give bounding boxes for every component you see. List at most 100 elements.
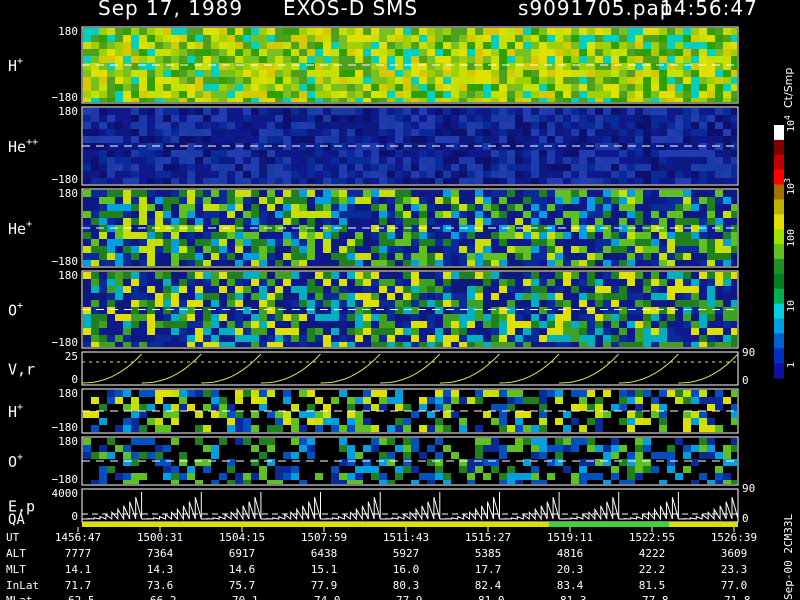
panel-label-2: He++ (8, 137, 38, 156)
cell-mlt: 14.1 (65, 563, 92, 576)
cell-alt: 4222 (639, 547, 666, 560)
colorbar-swatch (774, 318, 784, 334)
colorbar-swatch (774, 139, 784, 156)
colorbar-swatch (774, 363, 784, 379)
row-label-mlt: MLT (6, 563, 26, 576)
cell-alt: 7777 (65, 547, 92, 560)
cell-ut: 1456:47 (55, 531, 101, 544)
cell-alt: 3609 (721, 547, 748, 560)
cell-mlat: −70.1 (225, 594, 258, 600)
cell-inlat: 82.4 (475, 579, 502, 592)
colorbar-tick: 10 (786, 300, 797, 312)
cell-mlat: −77.9 (389, 594, 422, 600)
cell-inlat: 81.5 (639, 579, 666, 592)
cell-alt: 5385 (475, 547, 502, 560)
cell-inlat: 77.0 (721, 579, 748, 592)
colorbar-tick: 103 (783, 178, 797, 195)
cell-ut: 1522:55 (629, 531, 675, 544)
cell-mlat: −77.8 (635, 594, 668, 600)
cell-mlt: 20.3 (557, 563, 584, 576)
cell-ut: 1504:15 (219, 531, 265, 544)
qa-label: QA (8, 512, 25, 528)
cell-mlat: −66.2 (143, 594, 176, 600)
cell-ut: 1519:11 (547, 531, 593, 544)
cell-alt: 7364 (147, 547, 174, 560)
panel-ytop-8: 4000 (52, 487, 79, 500)
footer-right: Sep-00 2CM33L (782, 514, 795, 600)
cell-ut: 1515:27 (465, 531, 511, 544)
cell-mlt: 17.7 (475, 563, 502, 576)
row-label-ut: UT (6, 531, 20, 544)
colorbar-tick: 104 (783, 115, 797, 132)
colorbar-swatch (774, 303, 784, 319)
cell-ut: 1507:59 (301, 531, 347, 544)
panel-ytop-7: 180 (58, 435, 78, 448)
panel-ybottom-6: −180 (52, 421, 79, 434)
cell-mlt: 23.3 (721, 563, 748, 576)
colorbar-swatch (774, 258, 784, 275)
cell-ut: 1500:31 (137, 531, 183, 544)
panel-ytop-3: 180 (58, 187, 78, 200)
cell-alt: 6438 (311, 547, 338, 560)
colorbar-tick: 1 (786, 362, 797, 368)
colorbar-swatch (774, 229, 784, 245)
cell-inlat: 83.4 (557, 579, 584, 592)
panel-ytop-4: 180 (58, 269, 78, 282)
panel-ybottom-2: −180 (52, 173, 79, 186)
colorbar-swatch (774, 199, 784, 215)
cell-mlt: 14.6 (229, 563, 256, 576)
row-label-mlat: MLat (6, 594, 33, 600)
panel-ybottom-5: 0 (71, 373, 78, 386)
cell-inlat: 73.6 (147, 579, 174, 592)
ep-right-top: 90 (742, 482, 755, 495)
cell-ut: 1526:39 (711, 531, 757, 544)
panel-label-6: H+ (8, 402, 23, 421)
panel-label-1: H+ (8, 56, 23, 75)
panel-ybottom-4: −180 (52, 336, 79, 349)
cell-alt: 6917 (229, 547, 256, 560)
panel-label-4: O+ (8, 301, 23, 320)
colorbar-swatch (774, 154, 784, 171)
row-label-inlat: InLat (6, 579, 39, 592)
cell-ut: 1511:43 (383, 531, 429, 544)
panel-ytop-1: 180 (58, 25, 78, 38)
colorbar-swatch (774, 244, 784, 260)
cell-mlt: 14.3 (147, 563, 174, 576)
panel-ybottom-3: −180 (52, 255, 79, 268)
cell-mlat: −81.0 (471, 594, 504, 600)
cell-mlat: −81.3 (553, 594, 586, 600)
colorbar-unit: Ct/Smp (782, 67, 795, 108)
vr-right-top: 90 (742, 346, 755, 359)
cell-alt: 4816 (557, 547, 584, 560)
cell-inlat: 71.7 (65, 579, 92, 592)
cell-mlat: −74.0 (307, 594, 340, 600)
colorbar-swatch (774, 125, 784, 141)
cell-mlat: −62.5 (61, 594, 94, 600)
colorbar-swatch (774, 333, 784, 349)
colorbar-swatch (774, 184, 784, 200)
colorbar-swatch (774, 348, 784, 364)
vr-right-bottom: 0 (742, 374, 749, 387)
colorbar-swatch (774, 273, 784, 290)
panel-label-3: He+ (8, 219, 32, 238)
spectrogram-chart: H+180−180He++180−180He+180−180O+180−180V… (6, 25, 797, 600)
cell-inlat: 80.3 (393, 579, 420, 592)
panel-ytop-6: 180 (58, 387, 78, 400)
colorbar-swatch (774, 288, 784, 305)
qa-bar-green (549, 522, 669, 527)
panel-ybottom-8: 0 (71, 510, 78, 523)
cell-inlat: 75.7 (229, 579, 256, 592)
panel-ybottom-7: −180 (52, 473, 79, 486)
ep-right-bottom: 0 (742, 512, 749, 525)
cell-inlat: 77.9 (311, 579, 338, 592)
cell-mlt: 16.0 (393, 563, 420, 576)
panel-label-7: O+ (8, 452, 23, 471)
panel-ytop-5: 25 (65, 350, 78, 363)
cell-mlt: 15.1 (311, 563, 338, 576)
colorbar-swatch (774, 214, 784, 230)
cell-mlat: −71.8 (717, 594, 750, 600)
row-label-alt: ALT (6, 547, 26, 560)
panel-ybottom-1: −180 (52, 91, 79, 104)
cell-mlt: 22.2 (639, 563, 666, 576)
panel-ytop-2: 180 (58, 105, 78, 118)
